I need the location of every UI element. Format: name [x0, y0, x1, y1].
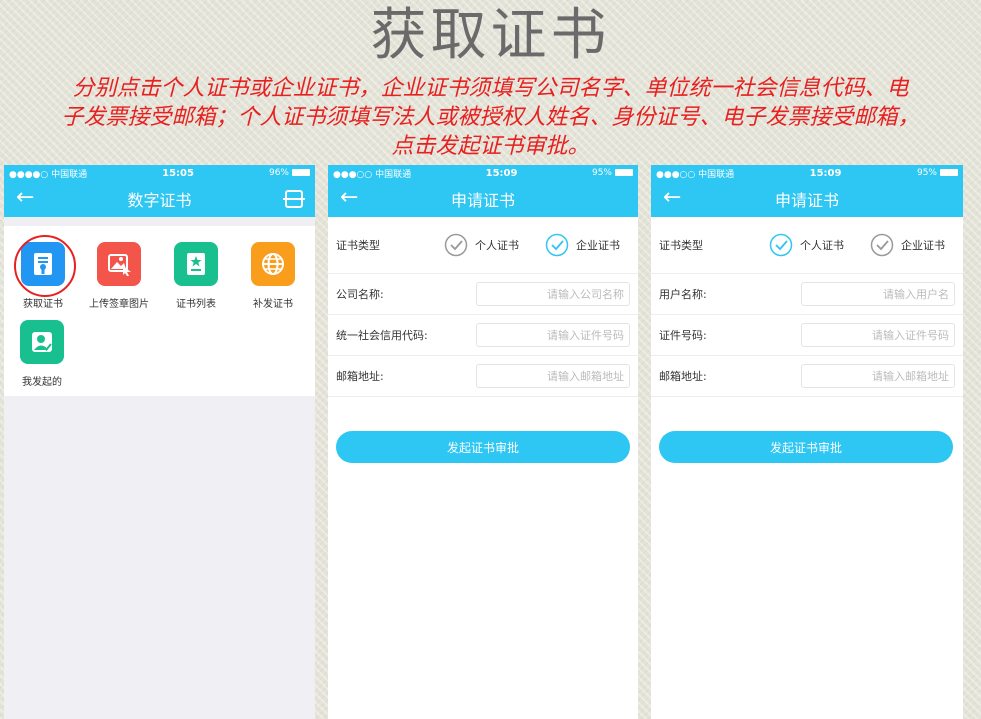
field-row-id-number: 证件号码: — [651, 315, 963, 356]
app-label: 获取证书 — [23, 299, 63, 310]
email-input[interactable] — [476, 364, 630, 388]
globe-icon — [251, 242, 295, 286]
submit-approval-button[interactable]: 发起证书审批 — [659, 431, 953, 463]
battery-icon — [292, 169, 310, 176]
field-row-email: 邮箱地址: — [328, 356, 638, 397]
app-label: 我发起的 — [22, 377, 62, 388]
nav-bar: ← 数字证书 — [4, 181, 315, 217]
id-number-input[interactable] — [801, 323, 955, 347]
field-row-email: 邮箱地址: — [651, 356, 963, 397]
phone-screen-apply-personal: ●●●○○ 中国联通 15:09 95% ← 申请证书 证书类型 个人证书 企业… — [651, 165, 963, 719]
instruction-text: 分别点击个人证书或企业证书，企业证书须填写公司名字、单位统一社会信息代码、电 子… — [0, 74, 981, 161]
back-arrow-icon[interactable]: ← — [340, 187, 358, 209]
field-label: 统一社会信用代码: — [336, 329, 428, 342]
instruction-line: 点击发起证书审批。 — [391, 134, 590, 159]
submit-approval-button[interactable]: 发起证书审批 — [336, 431, 630, 463]
status-bar: ●●●○○ 中国联通 15:09 95% — [651, 165, 963, 181]
status-time: 15:09 — [809, 167, 842, 179]
certificate-list-icon — [174, 242, 218, 286]
battery-percent: 96% — [268, 168, 289, 178]
app-get-certificate[interactable]: 获取证书 — [8, 235, 78, 310]
status-time: 15:09 — [485, 167, 518, 179]
type-label: 证书类型 — [659, 239, 703, 252]
field-row-company-name: 公司名称: — [328, 274, 638, 315]
check-circle-icon — [870, 233, 894, 257]
status-bar: ●●●○○ 中国联通 15:09 95% — [328, 165, 638, 181]
battery-percent: 95% — [591, 168, 612, 178]
instruction-line: 子发票接受邮箱；个人证书须填写法人或被授权人姓名、身份证号、电子发票接受邮箱， — [61, 105, 920, 130]
certificate-type-row: 证书类型 个人证书 企业证书 — [651, 217, 963, 274]
status-bar: ●●●●○ 中国联通 15:05 96% — [4, 165, 315, 181]
nav-title: 数字证书 — [127, 191, 192, 210]
instruction-line: 分别点击个人证书或企业证书，企业证书须填写公司名字、单位统一社会信息代码、电 — [72, 76, 909, 101]
email-input[interactable] — [801, 364, 955, 388]
company-name-input[interactable] — [476, 282, 630, 306]
image-upload-icon — [97, 242, 141, 286]
field-label: 邮箱地址: — [659, 370, 707, 383]
check-circle-selected-icon — [545, 233, 569, 257]
nav-title: 申请证书 — [450, 191, 515, 210]
scan-icon[interactable] — [283, 190, 305, 208]
user-name-input[interactable] — [801, 282, 955, 306]
radio-label: 企业证书 — [576, 239, 620, 252]
app-initiated-by-me[interactable]: 我发起的 — [7, 320, 77, 388]
field-label: 公司名称: — [336, 288, 384, 301]
app-upload-seal-image[interactable]: 上传签章图片 — [84, 242, 154, 310]
back-arrow-icon[interactable]: ← — [663, 187, 681, 209]
radio-enterprise[interactable]: 企业证书 — [545, 233, 620, 257]
app-label: 上传签章图片 — [89, 299, 149, 310]
carrier-label: ●●●○○ 中国联通 — [656, 169, 735, 180]
nav-title: 申请证书 — [774, 191, 839, 210]
credit-code-input[interactable] — [476, 323, 630, 347]
field-label: 证件号码: — [659, 329, 707, 342]
carrier-label: ●●●○○ 中国联通 — [333, 169, 412, 180]
app-label: 补发证书 — [253, 299, 293, 310]
app-grid: 获取证书 上传签章图片 证书列表 补发证书 我发起的 — [4, 226, 315, 396]
battery-status: 96% — [269, 168, 310, 178]
battery-icon — [940, 169, 958, 176]
battery-icon — [615, 169, 633, 176]
nav-bar: ← 申请证书 — [651, 181, 963, 217]
field-row-user-name: 用户名称: — [651, 274, 963, 315]
status-time: 15:05 — [162, 167, 194, 179]
app-reissue-certificate[interactable]: 补发证书 — [238, 242, 308, 310]
certificate-icon — [14, 235, 76, 297]
back-arrow-icon[interactable]: ← — [16, 187, 34, 209]
battery-status: 95% — [592, 168, 633, 178]
radio-label: 个人证书 — [475, 239, 519, 252]
app-certificate-list[interactable]: 证书列表 — [161, 242, 231, 310]
check-circle-icon — [444, 233, 468, 257]
user-check-icon — [20, 320, 64, 364]
app-label: 证书列表 — [176, 299, 216, 310]
field-row-credit-code: 统一社会信用代码: — [328, 315, 638, 356]
radio-label: 个人证书 — [800, 239, 844, 252]
type-label: 证书类型 — [336, 239, 380, 252]
radio-label: 企业证书 — [901, 239, 945, 252]
radio-personal[interactable]: 个人证书 — [444, 233, 519, 257]
field-label: 邮箱地址: — [336, 370, 384, 383]
radio-enterprise[interactable]: 企业证书 — [870, 233, 945, 257]
certificate-type-row: 证书类型 个人证书 企业证书 — [328, 217, 638, 274]
slide-title: 获取证书 — [370, 3, 611, 68]
phone-screen-digital-certificate: ●●●●○ 中国联通 15:05 96% ← 数字证书 获取证书 上传签章图片 … — [4, 165, 315, 719]
radio-personal[interactable]: 个人证书 — [769, 233, 844, 257]
battery-status: 95% — [917, 168, 958, 178]
battery-percent: 95% — [916, 168, 937, 178]
carrier-label: ●●●●○ 中国联通 — [9, 169, 88, 180]
phone-screen-apply-enterprise: ●●●○○ 中国联通 15:09 95% ← 申请证书 证书类型 个人证书 企业… — [328, 165, 638, 719]
nav-bar: ← 申请证书 — [328, 181, 638, 217]
field-label: 用户名称: — [659, 288, 707, 301]
check-circle-selected-icon — [769, 233, 793, 257]
highlight-circle — [14, 235, 76, 297]
